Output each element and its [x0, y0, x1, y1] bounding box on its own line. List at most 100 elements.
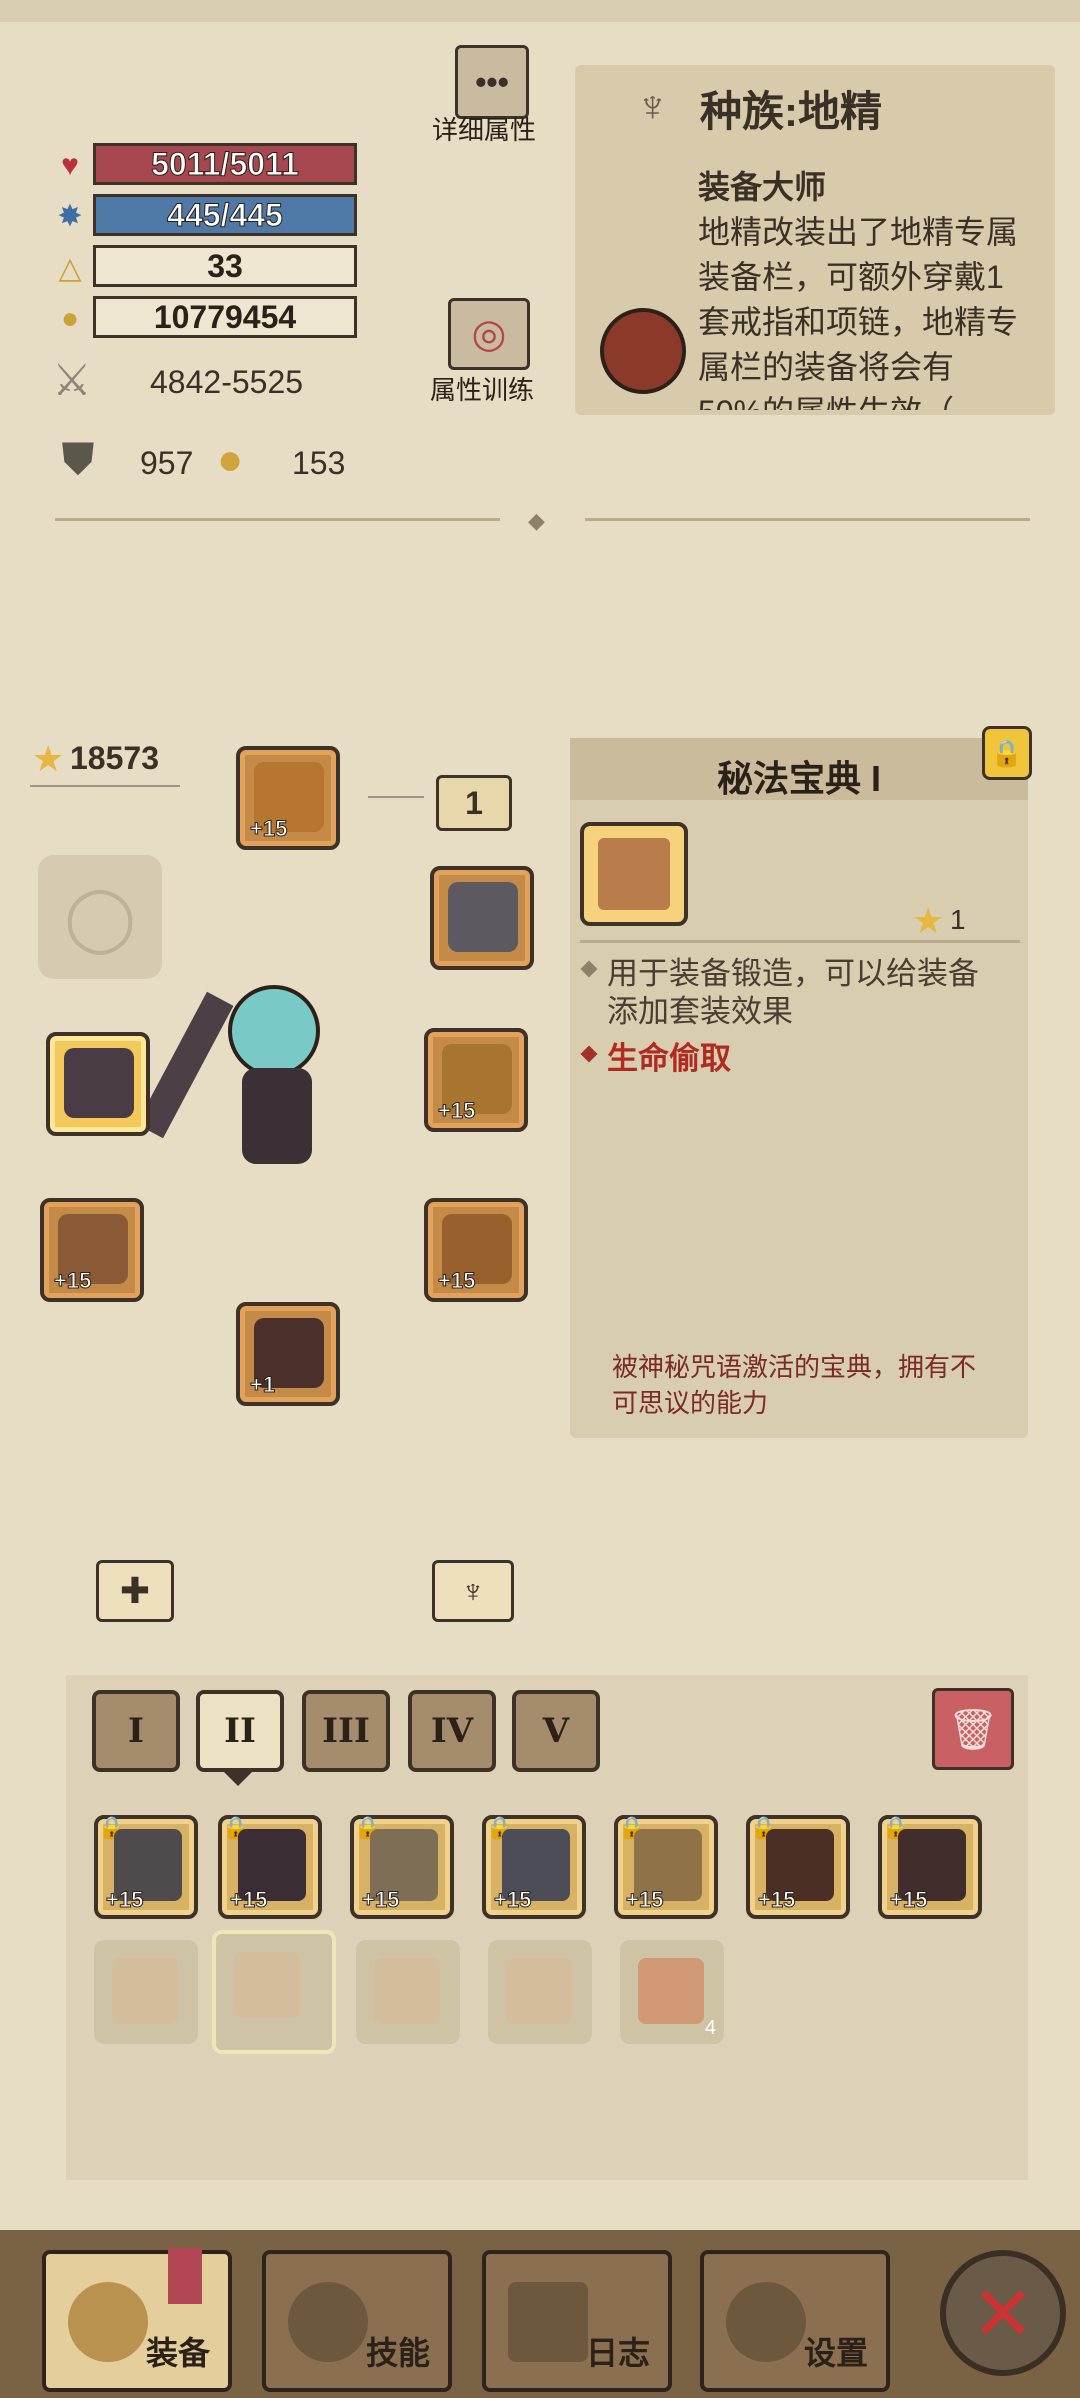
equip-slot-necklace[interactable]: [430, 866, 534, 970]
gold-icon: ●: [60, 302, 80, 335]
bullet-diamond-icon: [580, 960, 598, 978]
armor-value: 957: [140, 445, 194, 481]
equip-slot-bracer[interactable]: +15: [40, 1198, 144, 1302]
inventory-item-selected[interactable]: [212, 1930, 336, 2054]
book-icon: [112, 1958, 178, 2024]
item-level: +15: [229, 1887, 268, 1913]
slot-level: +15: [437, 1098, 476, 1124]
necklace-icon: [448, 882, 518, 952]
star-icon: ★: [32, 738, 65, 779]
inventory-item[interactable]: 🔒 +15: [878, 1815, 982, 1919]
item-count: 4: [704, 2017, 716, 2039]
slot-count: 1: [465, 784, 483, 821]
more-icon: •••: [475, 63, 509, 100]
nav-log-label: 日志: [585, 2335, 650, 2371]
set-tab-3[interactable]: III: [302, 1690, 390, 1772]
item-level: +15: [493, 1887, 532, 1913]
equip-score: 18573: [70, 740, 159, 776]
nav-settings-label: 设置: [803, 2335, 868, 2371]
lock-icon[interactable]: 🔒: [982, 726, 1032, 780]
nav-skill[interactable]: 技能: [262, 2250, 452, 2392]
ring-icon: ◯: [64, 880, 136, 953]
set-tab-4[interactable]: IV: [408, 1690, 496, 1772]
axe-icon: [68, 2282, 148, 2362]
inventory-item[interactable]: [488, 1940, 592, 2044]
race-title: 种族:地精: [700, 88, 882, 135]
character-head: [228, 985, 320, 1077]
gold-bar: 10779454: [93, 296, 357, 338]
connector-line: [368, 796, 424, 798]
item-title: 秘法宝典 I: [716, 758, 881, 799]
equip-slot-hat[interactable]: +15: [236, 746, 340, 850]
attack-value: 4842-5525: [150, 364, 304, 400]
attr-train-button[interactable]: ◎: [448, 298, 530, 370]
equip-slot-armor[interactable]: +15: [424, 1028, 528, 1132]
scroll-icon: [508, 2282, 588, 2362]
emblem-icon: ♆: [461, 1572, 485, 1609]
divider: [55, 518, 500, 521]
inventory-item[interactable]: 4: [620, 1940, 724, 2044]
item-level: +15: [361, 1887, 400, 1913]
level-icon: △: [58, 251, 82, 285]
slot-level: +15: [437, 1268, 476, 1294]
equip-slot-belt[interactable]: +15: [424, 1198, 528, 1302]
trash-button[interactable]: 🗑: [932, 1688, 1014, 1770]
scythe-icon: [64, 1048, 134, 1118]
item-description: 用于装备锻造，可以给装备添加套装效果: [580, 955, 1003, 1031]
item-stars: 1: [950, 904, 966, 935]
inventory-item[interactable]: 🔒 +15: [218, 1815, 322, 1919]
skill-icon: [288, 2282, 368, 2362]
inventory-item[interactable]: [94, 1940, 198, 2044]
equip-slot-boots[interactable]: +1: [236, 1302, 340, 1406]
item-level: +15: [625, 1887, 664, 1913]
book-icon: [374, 1958, 440, 2024]
detail-attr-button[interactable]: •••: [455, 45, 529, 119]
inventory-item[interactable]: 🔒 +15: [350, 1815, 454, 1919]
mp-bar: 445/445: [93, 194, 357, 236]
nav-equip[interactable]: 装备: [42, 2250, 232, 2392]
heart-icon: ♥: [61, 149, 79, 182]
race-toggle-button[interactable]: ♆: [432, 1560, 514, 1622]
set-tab-5[interactable]: V: [512, 1690, 600, 1772]
nav-skill-label: 技能: [365, 2335, 430, 2371]
nav-settings[interactable]: 设置: [700, 2250, 890, 2392]
nav-log[interactable]: 日志: [482, 2250, 672, 2392]
inventory-item[interactable]: [356, 1940, 460, 2044]
bookmark-icon: [168, 2248, 202, 2304]
inventory-item[interactable]: 🔒 +15: [746, 1815, 850, 1919]
book-icon: [234, 1952, 300, 2018]
race-skill-text: 地精改装出了地精专属装备栏，可额外穿戴1套戒指和项链，地精专属栏的装备将会有50…: [698, 214, 1018, 410]
hp-bar: 5011/5011: [93, 143, 357, 185]
inventory-item[interactable]: 🔒 +15: [614, 1815, 718, 1919]
trash-icon: 🗑: [947, 1707, 999, 1752]
nav-equip-label: 装备: [145, 2335, 210, 2371]
shield-icon: ⛊: [61, 435, 95, 484]
slot-level: +1: [249, 1372, 276, 1398]
character-weapon: [136, 991, 234, 1139]
close-button[interactable]: ✕: [940, 2250, 1066, 2376]
item-desc-text: 用于装备锻造，可以给装备添加套装效果: [607, 956, 979, 1029]
item-level: +15: [889, 1887, 928, 1913]
item-level: +15: [105, 1887, 144, 1913]
item-star-icon: ★: [912, 900, 945, 941]
set-tab-2[interactable]: II: [196, 1690, 284, 1772]
bullet-diamond-icon: [580, 1045, 598, 1063]
inventory-item[interactable]: 🔒 +15: [94, 1815, 198, 1919]
book-icon: [506, 1958, 572, 2024]
item-divider: [580, 940, 1020, 943]
divider: [585, 518, 1030, 521]
close-icon: ✕: [971, 2271, 1035, 2357]
equip-slot-weapon[interactable]: [46, 1032, 150, 1136]
item-icon: [580, 822, 688, 926]
book-icon: [598, 838, 670, 910]
gear-icon: [726, 2282, 806, 2362]
race-skill-name: 装备大师: [698, 169, 827, 205]
ring-slot-empty[interactable]: ◯: [38, 855, 162, 979]
add-button[interactable]: ✚: [96, 1560, 174, 1622]
plus-icon: ✚: [119, 1570, 151, 1611]
race-skill-icon: [600, 308, 686, 394]
mana-icon: ✸: [57, 199, 83, 233]
item-effect-text: 生命偷取: [607, 1041, 731, 1076]
inventory-item[interactable]: 🔒 +15: [482, 1815, 586, 1919]
set-tab-1[interactable]: I: [92, 1690, 180, 1772]
